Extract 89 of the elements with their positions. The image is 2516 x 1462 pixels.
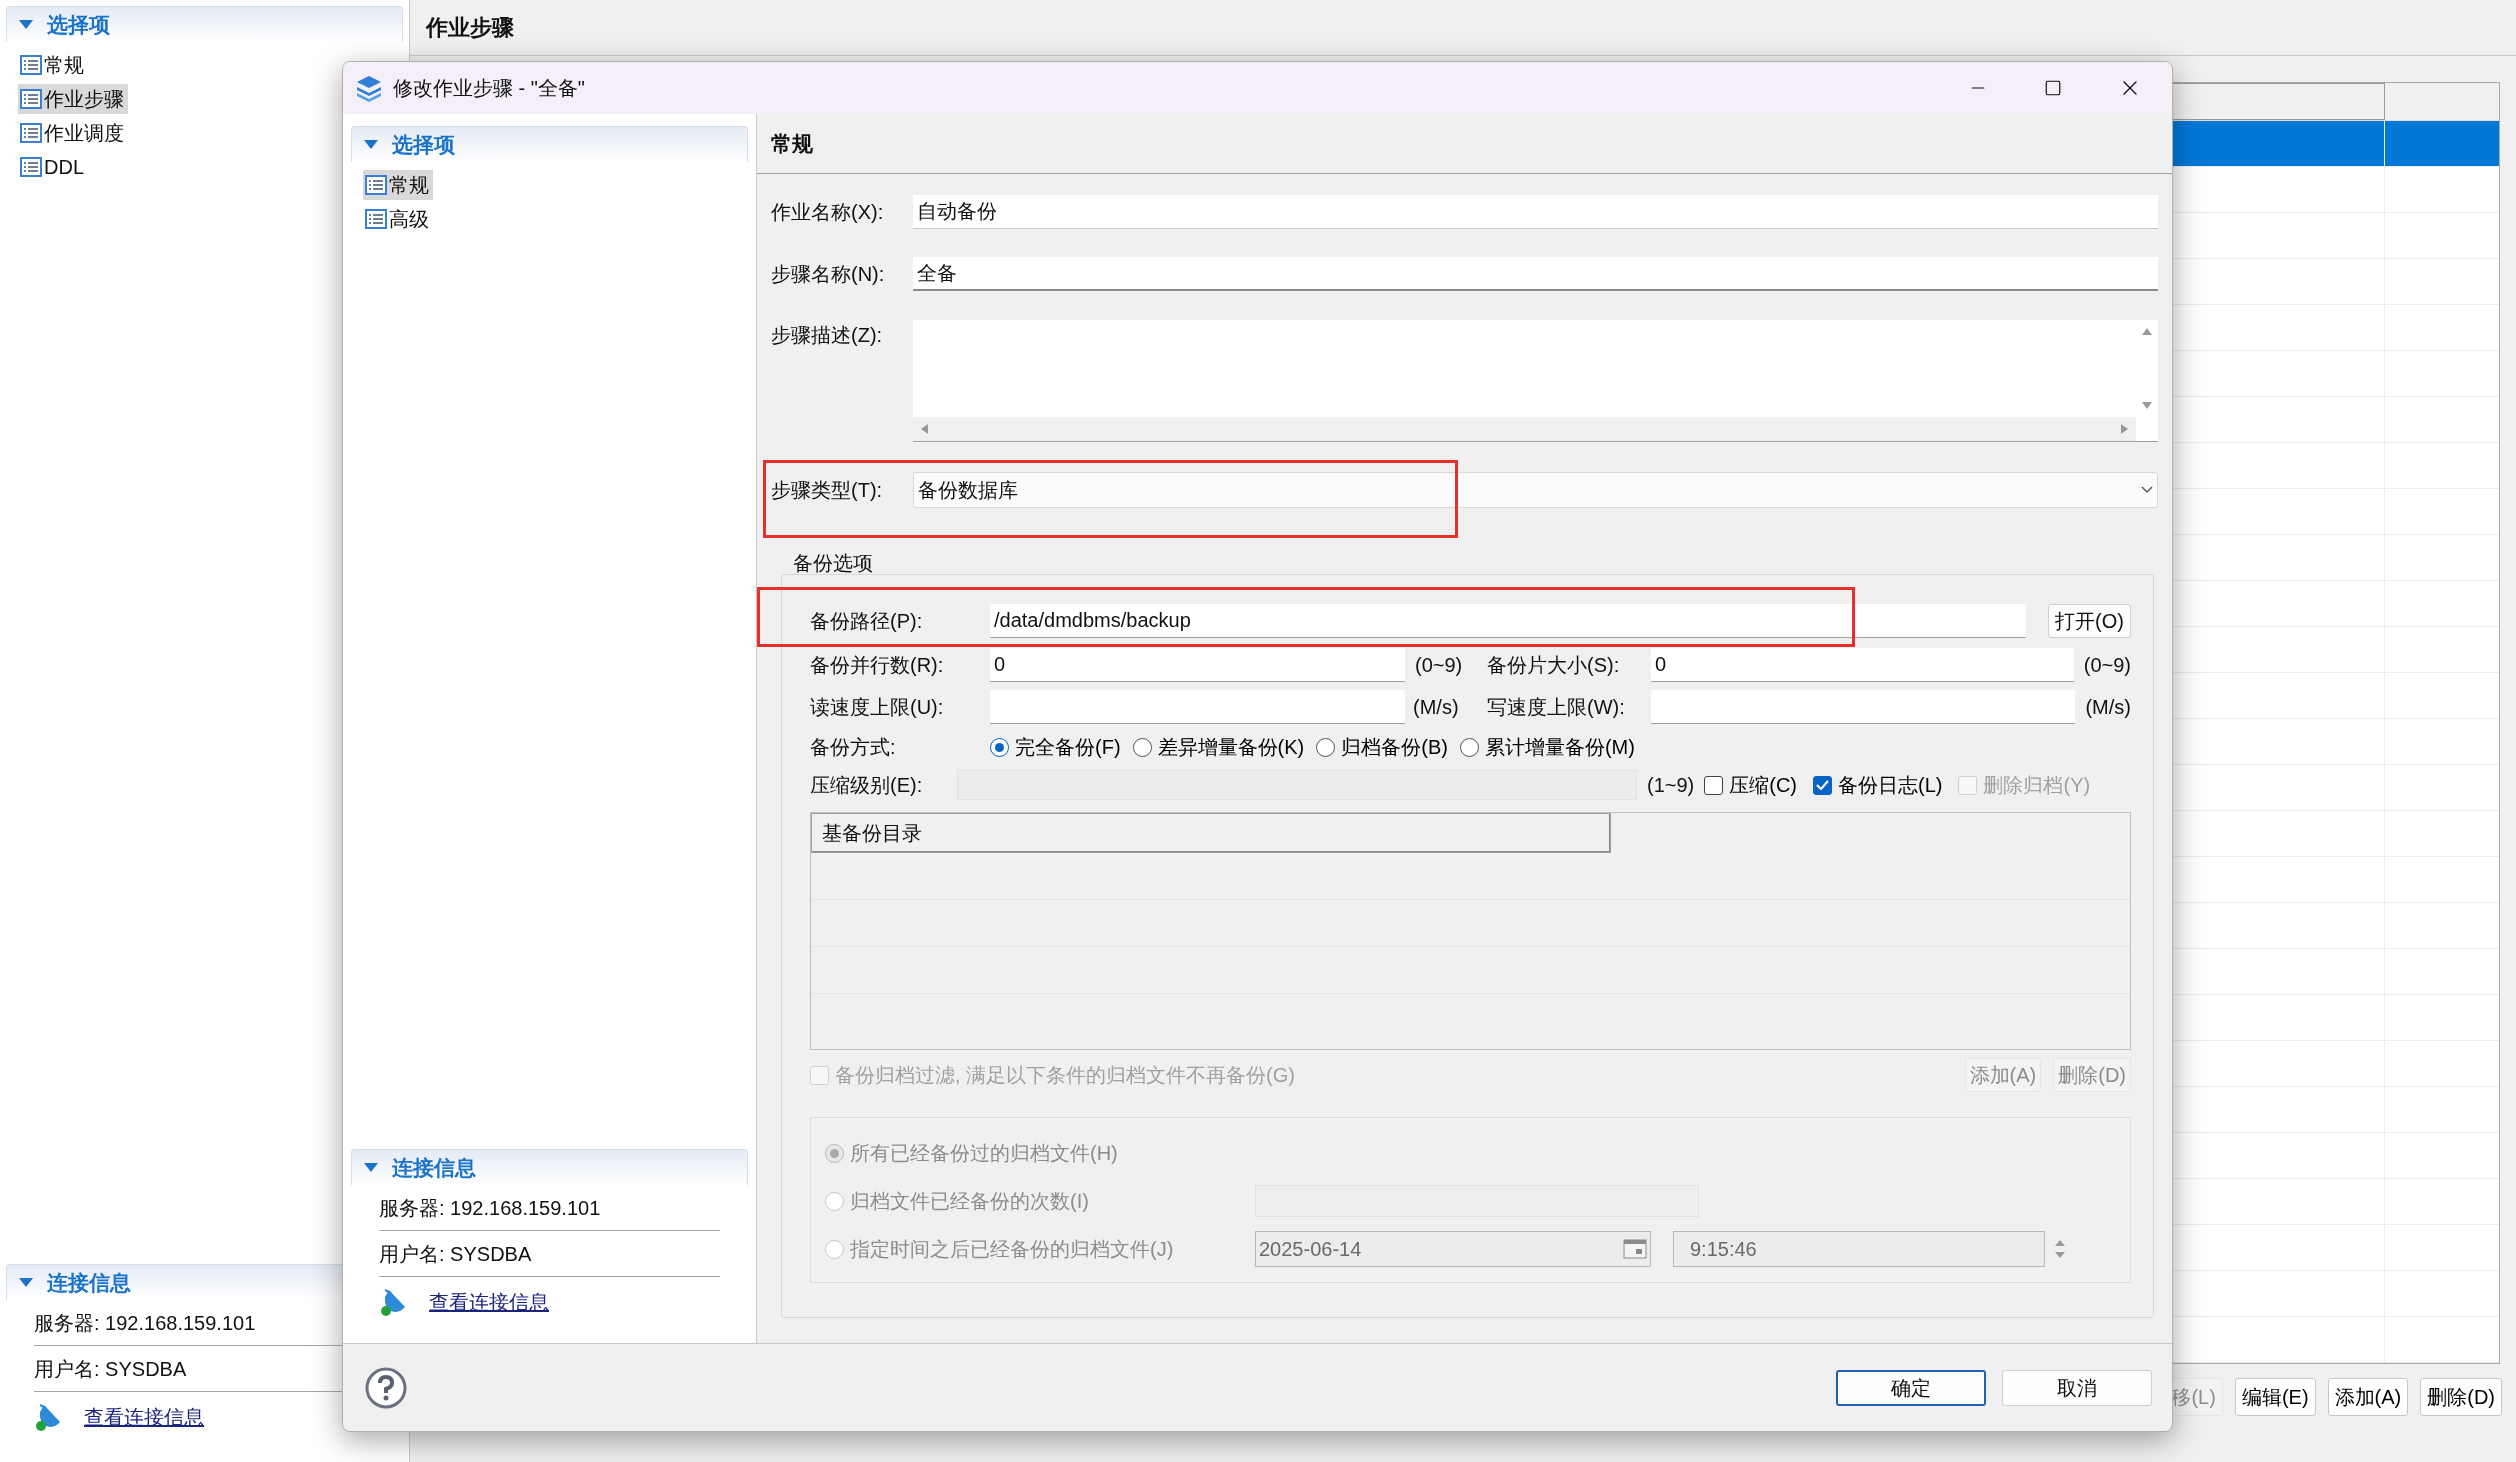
field-label: 备份方式: [810,735,897,760]
list-icon [20,89,42,109]
action-button[interactable]: 编辑(E) [2234,1378,2316,1416]
chevron-down-icon [2141,486,2153,494]
section-title: 选择项 [392,131,455,158]
list-icon [20,123,42,143]
section-title: 选择项 [47,11,110,38]
radio-button[interactable] [1459,737,1479,757]
time-field[interactable]: 9:15:46 [1673,1231,2045,1267]
field-label: 备份并行数(R): [810,653,945,678]
unit-text: (M/s) [1413,695,1460,720]
layers-icon [355,74,383,102]
dialog-button[interactable]: 确定 [1836,1369,1986,1406]
nav-item[interactable]: 作业调度 [18,118,128,148]
help-icon[interactable] [365,1366,407,1409]
field-label: 步骤名称(N): [771,262,886,287]
section-header[interactable]: 选择项 [6,6,403,42]
checkbox-label[interactable]: 备份日志(L) [1838,770,1943,800]
list-icon [20,55,42,75]
calendar-icon[interactable] [1623,1239,1647,1259]
radio-label[interactable]: 累计增量备份(M) [1484,732,1635,762]
column-header[interactable]: 基备份目录 [811,813,1611,853]
list-icon [20,157,42,177]
nav-item[interactable]: 作业步骤 [18,84,128,114]
maximize-icon[interactable] [2044,79,2062,97]
description-field[interactable] [913,320,2158,442]
checkbox[interactable] [1704,775,1724,795]
radio-button[interactable] [825,1143,844,1163]
dialog-button[interactable]: 取消 [2002,1369,2152,1406]
step-type-select[interactable]: 备份数据库 [913,472,2158,508]
radio-label[interactable]: 完全备份(F) [1015,732,1121,762]
connection-info-link[interactable]: 查看连接信息 [84,1402,204,1432]
field-label: 步骤描述(Z): [771,323,884,348]
caret-icon[interactable] [19,20,33,29]
caret-icon[interactable] [19,1278,33,1287]
radio-label[interactable]: 差异增量备份(K) [1157,732,1305,762]
field-label: 压缩级别(E): [810,773,924,798]
radio-label[interactable]: 归档备份(B) [1341,732,1448,762]
scroll-right-icon[interactable] [2121,424,2128,434]
checkbox[interactable] [1813,775,1832,795]
server-text: 服务器: 192.168.159.101 [379,1185,720,1231]
caret-icon[interactable] [364,1163,378,1172]
action-button[interactable]: 添加(A) [2327,1378,2409,1416]
scroll-left-icon[interactable] [921,424,928,434]
scroll-down-icon[interactable] [2142,402,2152,409]
section-title: 连接信息 [47,1269,131,1296]
piece-size-field[interactable]: 0 [1651,648,2074,682]
nav-item[interactable]: 高级 [363,204,433,234]
field-label: 作业名称(X): [771,200,885,225]
field-label: 备份路径(P): [810,609,924,634]
field-label: 备份片大小(S): [1487,653,1621,678]
nav-item[interactable]: 常规 [363,170,433,200]
nav-item[interactable]: DDL [18,152,88,182]
radio-button[interactable] [1316,737,1336,757]
open-button[interactable]: 打开(O) [2048,604,2131,638]
read-limit-field[interactable] [990,690,1405,724]
list-icon [365,209,387,229]
spinner-icon[interactable] [2055,1238,2065,1260]
check-icon [1816,780,1829,790]
field-label: 读速度上限(U): [810,695,945,720]
connection-info-link[interactable]: 查看连接信息 [429,1287,549,1317]
caret-icon[interactable] [364,140,378,149]
write-limit-field[interactable] [1651,690,2076,724]
range-text: (1~9) [1647,773,1695,798]
section-header[interactable]: 选择项 [351,126,748,162]
range-text: (0~9) [2083,653,2131,678]
checkbox-label[interactable]: 压缩(C) [1729,770,1797,800]
page-title: 作业步骤 [426,14,514,42]
radio-button[interactable] [1132,737,1152,757]
backup-path-field[interactable]: /data/dmdbms/backup [990,604,2027,638]
user-text: 用户名: SYSDBA [379,1231,720,1277]
group-title: 备份选项 [793,551,873,574]
nav-item[interactable]: 常规 [18,50,88,80]
date-field[interactable]: 2025-06-14 [1255,1231,1651,1267]
section-header[interactable]: 连接信息 [351,1149,748,1185]
list-icon [365,175,387,195]
window-title: 修改作业步骤 - "全备" [393,76,586,101]
action-button[interactable]: 删除(D) [2420,1378,2502,1416]
range-text: (0~9) [1415,653,1464,678]
unit-text: (M/s) [2085,695,2131,720]
section-title: 连接信息 [392,1154,476,1181]
parallel-count-field[interactable]: 0 [990,648,1405,682]
field-label: 写速度上限(W): [1487,695,1626,720]
field-label: 步骤类型(T): [771,478,884,503]
section-heading: 常规 [771,130,813,157]
job-name-field[interactable]: 自动备份 [913,195,2158,229]
scroll-up-icon[interactable] [2142,328,2152,335]
step-name-field[interactable]: 全备 [913,257,2158,291]
radio-button[interactable] [990,737,1009,757]
